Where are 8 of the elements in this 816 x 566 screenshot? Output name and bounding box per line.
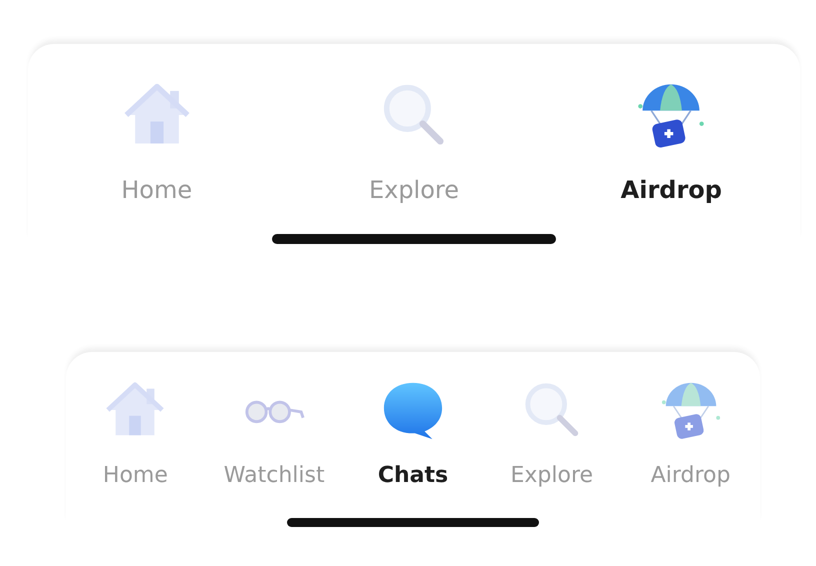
tab[interactable]: Airdrop xyxy=(542,80,800,204)
tab[interactable]: Watchlist xyxy=(204,379,344,488)
tab[interactable]: Airdrop xyxy=(621,379,760,488)
tab[interactable]: Explore xyxy=(482,379,622,488)
tab[interactable]: Chats xyxy=(344,379,482,488)
tab[interactable]: Home xyxy=(28,80,286,204)
tab[interactable]: Home xyxy=(66,379,205,488)
tab[interactable]: Explore xyxy=(285,80,543,204)
